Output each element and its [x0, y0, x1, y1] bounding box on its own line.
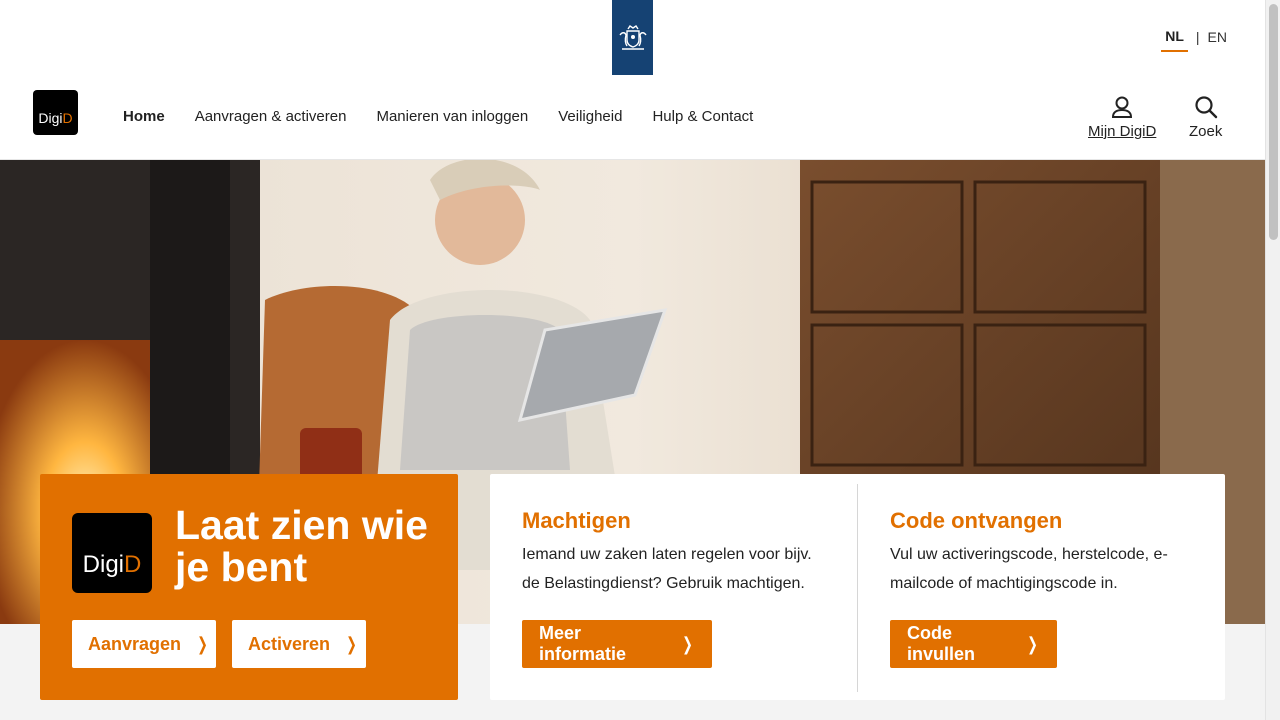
logo-text-d: D	[62, 110, 73, 126]
language-switcher: NL | EN	[1161, 28, 1227, 52]
search-icon	[1195, 96, 1217, 119]
logo-large-text-d: D	[124, 551, 142, 578]
nav-item-home[interactable]: Home	[108, 106, 180, 127]
card-text: Iemand uw zaken laten regelen voor bijv.…	[522, 546, 812, 592]
digid-logo-large: Digi D	[72, 513, 152, 593]
code-invullen-button[interactable]: Code invullen ❯	[890, 620, 1057, 668]
site-header: NL | EN Digi D Home Aanvragen & activeren…	[0, 0, 1265, 160]
aanvragen-button-label: Aanvragen	[88, 633, 182, 654]
chevron-right-icon: ❯	[1027, 633, 1038, 654]
tagline: Laat zien wie je bent	[175, 502, 428, 590]
card-machtigen: Machtigen Iemand uw zaken laten regelen …	[522, 508, 832, 598]
nav-item-aanvragen-activeren[interactable]: Aanvragen & activeren	[180, 106, 362, 127]
search-label: Zoek	[1189, 123, 1223, 140]
language-separator: |	[1195, 29, 1200, 45]
chevron-right-icon: ❯	[682, 633, 693, 654]
aanvragen-button[interactable]: Aanvragen ❯	[72, 620, 216, 668]
coat-of-arms-icon	[618, 24, 647, 50]
meer-informatie-button[interactable]: Meer informatie ❯	[522, 620, 712, 668]
activeren-button-label: Activeren	[248, 633, 331, 654]
search-button[interactable]: Zoek	[1189, 95, 1222, 140]
logo-text-digi: Digi	[38, 110, 63, 126]
nav-item-hulp-contact[interactable]: Hulp & Contact	[637, 106, 768, 127]
language-nl[interactable]: NL	[1161, 28, 1188, 52]
card-text: Vul uw activeringscode, herstelcode, e-m…	[890, 546, 1168, 592]
card-divider	[857, 484, 858, 692]
activeren-button[interactable]: Activeren ❯	[232, 620, 366, 668]
page-scrollbar[interactable]	[1265, 0, 1280, 720]
logo-large-text-digi: Digi	[82, 551, 124, 578]
meer-informatie-button-label: Meer informatie	[539, 623, 627, 664]
card-title: Machtigen	[522, 508, 631, 533]
government-emblem-logo[interactable]	[612, 0, 653, 75]
main-navigation: Home Aanvragen & activeren Manieren van …	[108, 106, 768, 127]
mijn-digid-label: Mijn DigiD	[1088, 123, 1157, 140]
user-icon	[1112, 96, 1133, 118]
language-en[interactable]: EN	[1208, 29, 1227, 51]
chevron-right-icon: ❯	[346, 633, 357, 654]
code-invullen-button-label: Code invullen	[907, 623, 976, 664]
nav-item-veiligheid[interactable]: Veiligheid	[543, 106, 637, 127]
card-code-ontvangen: Code ontvangen Vul uw activeringscode, h…	[890, 508, 1200, 598]
nav-item-manieren-van-inloggen[interactable]: Manieren van inloggen	[361, 106, 543, 127]
scrollbar-thumb[interactable]	[1269, 4, 1278, 240]
info-cards: Machtigen Iemand uw zaken laten regelen …	[490, 474, 1225, 700]
chevron-right-icon: ❯	[197, 633, 208, 654]
mijn-digid-link[interactable]: Mijn DigiD	[1088, 95, 1156, 140]
digid-logo[interactable]: Digi D	[33, 90, 78, 135]
card-title: Code ontvangen	[890, 508, 1063, 533]
intro-card: Digi D Laat zien wie je bent Aanvragen ❯ …	[40, 474, 458, 700]
